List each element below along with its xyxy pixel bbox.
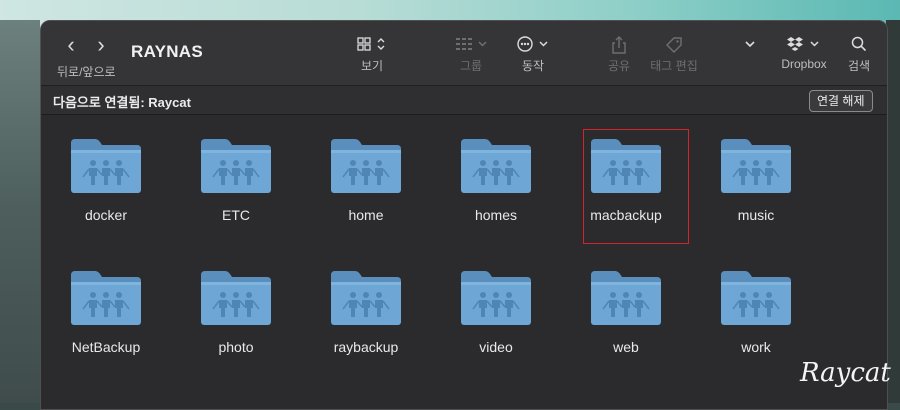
view-label: 보기 (360, 59, 384, 73)
shared-folder-icon (71, 271, 141, 325)
selection-highlight (583, 129, 689, 244)
shared-folder-icon (721, 271, 791, 325)
toolbar: ‹ › 뒤로/앞으로 RAYNAS 보기 그룹 동작 공유 태그 편집 Drop… (41, 21, 887, 85)
desktop-side (0, 20, 40, 403)
folder-item-raybackup[interactable]: raybackup (306, 267, 426, 355)
finder-window: ‹ › 뒤로/앞으로 RAYNAS 보기 그룹 동작 공유 태그 편집 Drop… (40, 20, 888, 410)
forward-button[interactable]: › (91, 34, 111, 57)
tag-icon (643, 35, 705, 57)
group-icon (449, 35, 493, 57)
action-button[interactable]: 동작 (511, 35, 555, 74)
raycat-logo: Raycat (800, 358, 891, 388)
nav-label: 뒤로/앞으로 (57, 65, 116, 79)
shared-folder-icon (71, 139, 141, 193)
folder-item-netbackup[interactable]: NetBackup (46, 267, 166, 355)
folder-item-music[interactable]: music (696, 135, 816, 223)
folder-item-video[interactable]: video (436, 267, 556, 355)
folder-name: photo (218, 339, 254, 355)
share-label: 공유 (607, 59, 631, 73)
folder-item-web[interactable]: web (566, 267, 686, 355)
back-button[interactable]: ‹ (61, 34, 81, 57)
folder-name: raybackup (333, 339, 399, 355)
folder-name: home (348, 207, 384, 223)
dropbox-button[interactable]: Dropbox (775, 35, 833, 71)
shared-folder-icon (201, 139, 271, 193)
more-actions-icon (511, 35, 555, 57)
dropbox-icon (775, 35, 833, 57)
folder-item-home[interactable]: home (306, 135, 426, 223)
more-toolbar-button[interactable] (741, 35, 759, 57)
shared-folder-icon (721, 139, 791, 193)
shared-folder-icon (331, 271, 401, 325)
search-label: 검색 (847, 59, 871, 73)
folder-item-photo[interactable]: photo (176, 267, 296, 355)
connected-status: 다음으로 연결됨: Raycat (53, 95, 191, 110)
search-button[interactable]: 검색 (843, 35, 875, 74)
share-button[interactable]: 공유 (603, 35, 635, 74)
grid-view-icon (349, 35, 395, 57)
folder-item-homes[interactable]: homes (436, 135, 556, 223)
folder-item-etc[interactable]: ETC (176, 135, 296, 223)
folder-item-docker[interactable]: docker (46, 135, 166, 223)
folder-name: docker (84, 207, 128, 223)
disconnect-button[interactable]: 연결 해제 (809, 90, 873, 112)
folder-item-work[interactable]: work (696, 267, 816, 355)
folder-name: ETC (222, 207, 250, 223)
action-label: 동작 (521, 59, 545, 73)
tags-label: 태그 편집 (650, 59, 698, 73)
folder-name: work (741, 339, 771, 355)
folder-name: video (479, 339, 513, 355)
shared-folder-icon (461, 139, 531, 193)
folder-grid: docker ETC home homes macbackup music Ne… (41, 115, 887, 409)
shared-folder-icon (201, 271, 271, 325)
folder-name: music (737, 207, 775, 223)
view-button[interactable]: 보기 (349, 35, 395, 74)
connection-bar: 다음으로 연결됨: Raycat 연결 해제 (41, 85, 887, 115)
shared-folder-icon (461, 271, 531, 325)
share-icon (603, 35, 635, 57)
folder-name: web (613, 339, 639, 355)
folder-name: homes (474, 207, 518, 223)
chevron-down-icon (741, 35, 759, 57)
dropbox-label: Dropbox (781, 57, 827, 71)
desktop-side-right (886, 20, 900, 403)
edit-tags-button[interactable]: 태그 편집 (643, 35, 705, 74)
window-title: RAYNAS (131, 42, 204, 61)
shared-folder-icon (591, 271, 661, 325)
shared-folder-icon (331, 139, 401, 193)
folder-name: NetBackup (71, 339, 141, 355)
search-icon (843, 35, 875, 57)
group-label: 그룹 (459, 59, 483, 73)
group-button[interactable]: 그룹 (449, 35, 493, 74)
